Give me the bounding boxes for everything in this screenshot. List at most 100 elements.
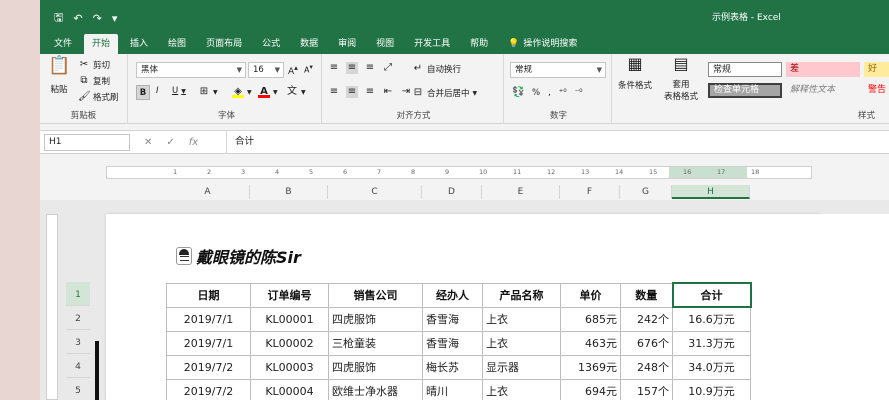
- table-cell[interactable]: 10.9万元: [672, 378, 751, 400]
- italic-button[interactable]: I: [156, 86, 159, 96]
- table-cell[interactable]: 上衣: [482, 330, 561, 356]
- table-cell[interactable]: 157个: [620, 378, 673, 400]
- tab-formulas[interactable]: 公式: [254, 34, 288, 54]
- percent-button[interactable]: %: [532, 88, 540, 98]
- undo-icon[interactable]: ↶: [73, 12, 82, 25]
- row-header-5[interactable]: 5: [66, 378, 90, 400]
- decrease-font-button[interactable]: A▾: [304, 63, 313, 75]
- header-cell[interactable]: 日期: [166, 282, 251, 308]
- column-header-b[interactable]: B: [250, 185, 328, 199]
- tab-help[interactable]: 帮助: [462, 34, 496, 54]
- table-cell[interactable]: 685元: [560, 306, 621, 332]
- table-cell[interactable]: 2019/7/1: [166, 306, 251, 332]
- row-header-4[interactable]: 4: [66, 354, 90, 378]
- table-cell[interactable]: 1369元: [560, 354, 621, 380]
- style-bad[interactable]: 差: [786, 62, 860, 77]
- decrease-decimal-icon[interactable]: ⁻⁰: [575, 88, 583, 98]
- comma-style-icon[interactable]: ,: [548, 88, 551, 98]
- wrap-text-button[interactable]: ↵ 自动换行: [412, 63, 461, 75]
- cut-button[interactable]: ✂ 剪切: [78, 59, 110, 71]
- align-center-icon[interactable]: ≡: [346, 86, 358, 98]
- number-format-select[interactable]: 常规 ▼: [510, 62, 606, 78]
- selected-cell-h1[interactable]: 合计: [671, 282, 752, 308]
- accounting-icon[interactable]: 💱: [512, 87, 524, 99]
- name-box[interactable]: H1: [44, 134, 130, 151]
- table-cell[interactable]: 2019/7/2: [166, 354, 251, 380]
- table-cell[interactable]: 463元: [560, 330, 621, 356]
- align-middle-icon[interactable]: ≡: [346, 62, 358, 74]
- font-color-button[interactable]: A ▼: [258, 86, 278, 98]
- header-cell[interactable]: 数量: [620, 282, 673, 308]
- row-header-1[interactable]: 1: [66, 282, 90, 306]
- cancel-icon[interactable]: ✕: [144, 134, 152, 151]
- column-header-d[interactable]: D: [422, 185, 482, 199]
- tab-review[interactable]: 审阅: [330, 34, 364, 54]
- table-cell[interactable]: 242个: [620, 306, 673, 332]
- table-cell[interactable]: 上衣: [482, 306, 561, 332]
- table-cell[interactable]: 248个: [620, 354, 673, 380]
- column-header-a[interactable]: A: [166, 185, 250, 199]
- table-cell[interactable]: KL00003: [250, 354, 329, 380]
- table-cell[interactable]: KL00004: [250, 378, 329, 400]
- tab-draw[interactable]: 绘图: [160, 34, 194, 54]
- formula-input[interactable]: 合计: [226, 131, 886, 153]
- table-cell[interactable]: 上衣: [482, 378, 561, 400]
- table-cell[interactable]: 四虎服饰: [328, 354, 423, 380]
- table-cell[interactable]: 香雪海: [422, 330, 483, 356]
- tab-file[interactable]: 文件: [46, 34, 80, 54]
- tab-developer[interactable]: 开发工具: [406, 34, 458, 54]
- format-as-table-button[interactable]: ▤ 套用 表格格式: [664, 56, 698, 103]
- decrease-indent-icon[interactable]: ⇤: [382, 86, 394, 98]
- fill-color-button[interactable]: ◈ ▼: [232, 86, 252, 98]
- table-cell[interactable]: 香雪海: [422, 306, 483, 332]
- header-cell[interactable]: 订单编号: [250, 282, 329, 308]
- table-cell[interactable]: 欧维士净水器: [328, 378, 423, 400]
- table-cell[interactable]: 16.6万元: [672, 306, 751, 332]
- borders-button[interactable]: ⊞ ▼: [198, 86, 218, 98]
- tab-page-layout[interactable]: 页面布局: [198, 34, 250, 54]
- table-cell[interactable]: 2019/7/1: [166, 330, 251, 356]
- increase-decimal-icon[interactable]: ⁺⁰: [559, 88, 567, 98]
- tab-data[interactable]: 数据: [292, 34, 326, 54]
- format-painter-button[interactable]: 🖌 格式刷: [78, 91, 119, 103]
- table-cell[interactable]: 34.0万元: [672, 354, 751, 380]
- conditional-format-button[interactable]: ▦ 条件格式: [618, 56, 652, 92]
- column-header-g[interactable]: G: [620, 185, 672, 199]
- header-cell[interactable]: 经办人: [422, 282, 483, 308]
- font-name-select[interactable]: 黑体 ▼: [136, 62, 246, 78]
- tab-home[interactable]: 开始: [84, 34, 119, 54]
- table-cell[interactable]: 676个: [620, 330, 673, 356]
- table-cell[interactable]: 31.3万元: [672, 330, 751, 356]
- row-header-3[interactable]: 3: [66, 330, 90, 354]
- table-cell[interactable]: 2019/7/2: [166, 378, 251, 400]
- phonetic-button[interactable]: 文 ▼: [286, 86, 306, 98]
- function-icon[interactable]: fx: [189, 134, 198, 151]
- column-header-h[interactable]: H: [672, 185, 750, 199]
- table-cell[interactable]: KL00002: [250, 330, 329, 356]
- style-warning[interactable]: 警告: [864, 83, 889, 98]
- table-cell[interactable]: 三枪童装: [328, 330, 423, 356]
- tab-view[interactable]: 视图: [368, 34, 402, 54]
- paste-button[interactable]: 📋 粘贴: [48, 57, 70, 96]
- style-normal[interactable]: 常规: [708, 62, 782, 77]
- bold-button[interactable]: B: [136, 85, 150, 100]
- header-cell[interactable]: 单价: [560, 282, 621, 308]
- table-cell[interactable]: 694元: [560, 378, 621, 400]
- header-cell[interactable]: 销售公司: [328, 282, 423, 308]
- column-header-e[interactable]: E: [482, 185, 560, 199]
- save-icon[interactable]: 🖫: [54, 9, 63, 28]
- customize-qat-icon[interactable]: ▾: [112, 12, 118, 25]
- header-cell[interactable]: 产品名称: [482, 282, 561, 308]
- style-explanatory[interactable]: 解释性文本: [786, 83, 860, 98]
- merge-center-button[interactable]: ⊟ 合并后居中 ▼: [412, 87, 477, 99]
- underline-button[interactable]: U ▼: [172, 86, 186, 96]
- table-cell[interactable]: 显示器: [482, 354, 561, 380]
- align-left-icon[interactable]: ≡: [328, 86, 340, 98]
- tell-me-search[interactable]: 💡 操作说明搜索: [500, 34, 585, 54]
- orientation-icon[interactable]: ⤢: [382, 62, 394, 74]
- redo-icon[interactable]: ↷: [93, 12, 102, 25]
- style-check-cell[interactable]: 检查单元格: [708, 83, 782, 98]
- increase-indent-icon[interactable]: ⇥: [400, 86, 412, 98]
- row-header-2[interactable]: 2: [66, 306, 90, 330]
- style-good[interactable]: 好: [864, 62, 889, 77]
